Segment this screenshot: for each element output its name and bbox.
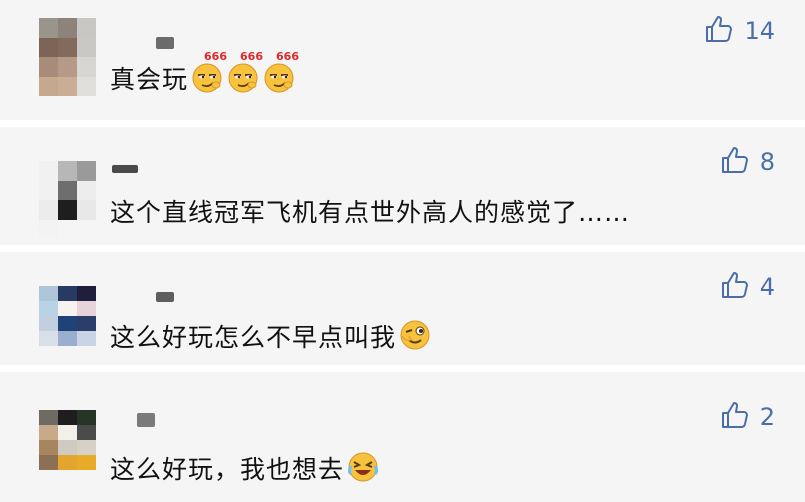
avatar-mosaic-cell: [39, 425, 58, 440]
comment-body: 这么好玩，我也想去: [110, 455, 345, 484]
wink-emoji: [398, 318, 432, 352]
avatar-mosaic-cell: [39, 37, 58, 57]
avatar-mosaic-cell: [77, 455, 96, 470]
avatar-mosaic-cell: [77, 331, 96, 346]
avatar[interactable]: [39, 410, 96, 470]
avatar-mosaic-cell: [58, 316, 77, 331]
emoji-666-label: 666: [276, 50, 299, 63]
avatar-mosaic-cell: [39, 161, 58, 181]
avatar-mosaic-cell: [58, 219, 77, 239]
avatar-mosaic-cell: [58, 410, 77, 425]
avatar-mosaic-cell: [77, 316, 96, 331]
emoji-666-label: 666: [240, 50, 263, 63]
emoji-group: [344, 452, 380, 484]
avatar-mosaic-cell: [77, 161, 96, 181]
comment-body: 这个直线冠军飞机有点世外高人的感觉了……: [110, 198, 631, 227]
divider: [0, 245, 805, 252]
comment-item: 这个直线冠军飞机有点世外高人的感觉了…… 8: [0, 127, 805, 245]
avatar-mosaic-cell: [58, 57, 77, 77]
avatar-mosaic-cell: [58, 37, 77, 57]
smirk-666-emoji: 666: [226, 50, 263, 94]
avatar-mosaic-cell: [58, 161, 77, 181]
avatar[interactable]: [39, 286, 96, 346]
emoji-group: [396, 320, 432, 352]
avatar-mosaic-cell: [77, 180, 96, 200]
avatar-mosaic-cell: [39, 57, 58, 77]
comment-text: 这么好玩怎么不早点叫我: [110, 318, 432, 354]
avatar-mosaic-cell: [39, 219, 58, 239]
smirk-666-emoji: 666: [190, 50, 227, 94]
username-blurred[interactable]: [137, 413, 155, 427]
avatar-mosaic-cell: [58, 286, 77, 301]
avatar-mosaic-cell: [39, 180, 58, 200]
thumbs-up-icon: [720, 270, 750, 304]
avatar-mosaic-cell: [77, 410, 96, 425]
like-button[interactable]: 2: [720, 400, 775, 434]
like-button[interactable]: 14: [704, 14, 775, 48]
username-blurred[interactable]: [112, 165, 138, 173]
comment-body: 这么好玩怎么不早点叫我: [110, 323, 397, 352]
avatar-mosaic-cell: [58, 440, 77, 455]
comment-body: 真会玩: [110, 65, 189, 94]
avatar-mosaic-cell: [39, 316, 58, 331]
crying-laughing-emoji: [346, 450, 380, 484]
avatar-mosaic-cell: [58, 18, 77, 38]
emoji-666-label: 666: [204, 50, 227, 63]
username-blurred[interactable]: [156, 292, 174, 302]
avatar-mosaic-cell: [58, 76, 77, 96]
like-count: 2: [759, 403, 775, 431]
avatar-mosaic-cell: [39, 440, 58, 455]
comment-text: 真会玩 666 666 666: [110, 50, 299, 96]
avatar-mosaic-cell: [39, 455, 58, 470]
like-count: 14: [744, 17, 775, 45]
avatar-mosaic-cell: [39, 301, 58, 316]
avatar-mosaic-cell: [77, 301, 96, 316]
thumbs-up-icon: [704, 14, 734, 48]
comment-text: 这个直线冠军飞机有点世外高人的感觉了……: [110, 193, 630, 229]
avatar-mosaic-cell: [58, 455, 77, 470]
avatar[interactable]: [39, 161, 96, 239]
avatar-mosaic-cell: [77, 440, 96, 455]
username-blurred[interactable]: [156, 37, 174, 49]
avatar[interactable]: [39, 18, 96, 96]
avatar-mosaic-cell: [58, 331, 77, 346]
like-count: 4: [759, 273, 775, 301]
avatar-mosaic-cell: [39, 410, 58, 425]
comment-item: 这么好玩，我也想去 2: [0, 372, 805, 502]
thumbs-up-icon: [720, 145, 750, 179]
thumbs-up-icon: [720, 400, 750, 434]
avatar-mosaic-cell: [77, 200, 96, 220]
comment-text: 这么好玩，我也想去: [110, 450, 380, 486]
smirk-666-emoji: 666: [262, 50, 299, 94]
avatar-mosaic-cell: [58, 180, 77, 200]
emoji-group: 666 666 666: [188, 50, 299, 94]
avatar-mosaic-cell: [39, 18, 58, 38]
avatar-mosaic-cell: [77, 425, 96, 440]
avatar-mosaic-cell: [77, 37, 96, 57]
divider: [0, 365, 805, 372]
comment-item: 真会玩 666 666 666 14: [0, 0, 805, 120]
avatar-mosaic-cell: [77, 18, 96, 38]
avatar-mosaic-cell: [39, 76, 58, 96]
avatar-mosaic-cell: [58, 301, 77, 316]
comment-list: 真会玩 666 666 666 14 这个直线冠军飞机有点世外高人的感觉了…… …: [0, 0, 805, 502]
comment-item: 这么好玩怎么不早点叫我 4: [0, 252, 805, 365]
avatar-mosaic-cell: [58, 425, 77, 440]
avatar-mosaic-cell: [39, 331, 58, 346]
divider: [0, 120, 805, 127]
avatar-mosaic-cell: [39, 200, 58, 220]
avatar-mosaic-cell: [39, 286, 58, 301]
like-count: 8: [759, 148, 775, 176]
avatar-mosaic-cell: [77, 76, 96, 96]
like-button[interactable]: 4: [720, 270, 775, 304]
like-button[interactable]: 8: [720, 145, 775, 179]
avatar-mosaic-cell: [77, 57, 96, 77]
avatar-mosaic-cell: [77, 286, 96, 301]
avatar-mosaic-cell: [77, 219, 96, 239]
avatar-mosaic-cell: [58, 200, 77, 220]
